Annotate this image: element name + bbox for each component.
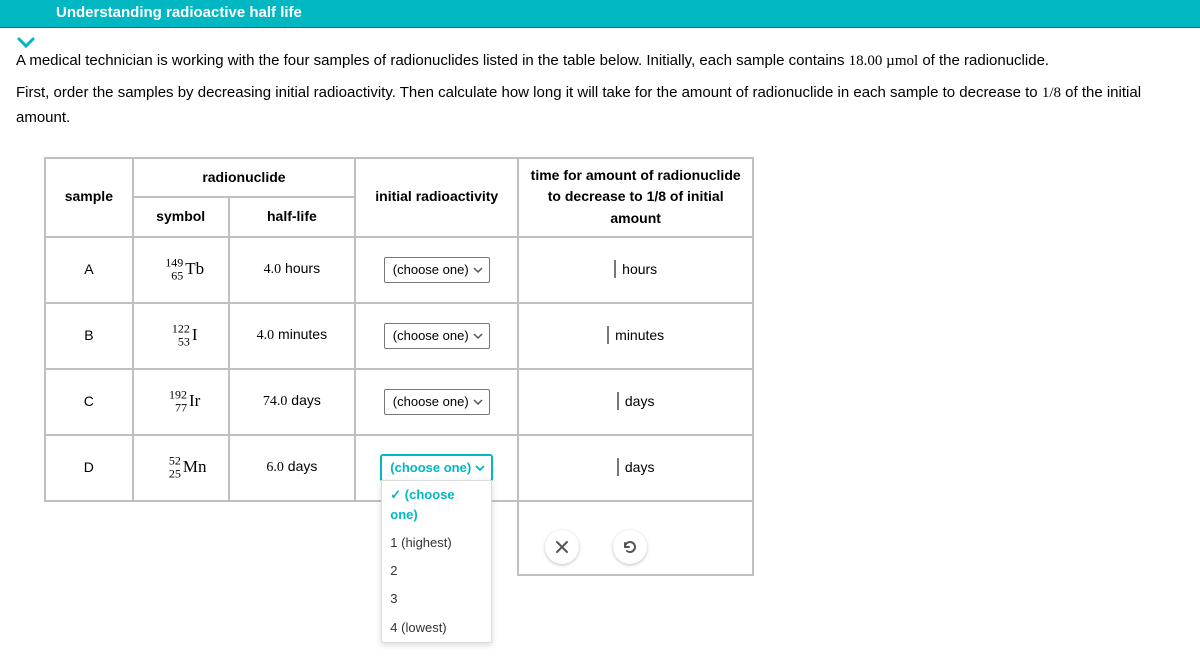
nuclide-symbol: 19277 Ir	[133, 369, 229, 435]
select-label: (choose one)	[393, 260, 469, 280]
col-halflife: half-life	[229, 197, 356, 237]
time-cell: days	[518, 435, 753, 501]
nuclide-symbol: 5225 Mn	[133, 435, 229, 501]
time-input[interactable]	[614, 260, 616, 278]
element-symbol: Tb	[185, 259, 204, 278]
element-symbol: I	[192, 325, 198, 344]
select-label: (choose one)	[393, 326, 469, 346]
table-row: A 14965 Tb 4.0 hours (choose one)	[45, 237, 753, 303]
time-unit: minutes	[615, 327, 664, 343]
mass-number: 192	[161, 388, 187, 401]
time-unit: days	[625, 393, 655, 409]
clear-button[interactable]	[545, 530, 579, 564]
radioactivity-select[interactable]: (choose one) (choose one) 1 (highest) 2 …	[381, 455, 492, 481]
page-header: Understanding radioactive half life	[0, 0, 1200, 27]
intro-text: of the radionuclide.	[918, 52, 1049, 69]
sample-label: D	[45, 435, 133, 501]
controls-cell	[518, 501, 753, 575]
sample-label: C	[45, 369, 133, 435]
radioactivity-select[interactable]: (choose one)	[384, 323, 490, 349]
radioactivity-dropdown: (choose one) 1 (highest) 2 3 4 (lowest)	[381, 480, 492, 643]
select-label: (choose one)	[390, 458, 471, 478]
close-icon	[554, 539, 570, 555]
intro-paragraph-2: First, order the samples by decreasing i…	[16, 81, 1184, 129]
half-life-value: 74.0	[263, 394, 288, 409]
half-life-unit: hours	[285, 260, 320, 276]
radionuclide-table: sample radionuclide initial radioactivit…	[44, 157, 754, 576]
dropdown-option[interactable]: 2	[382, 557, 491, 585]
half-life-cell: 4.0 hours	[229, 237, 356, 303]
problem-content: A medical technician is working with the…	[0, 27, 1200, 606]
col-radionuclide: radionuclide	[133, 158, 355, 198]
half-life-cell: 6.0 days	[229, 435, 356, 501]
half-life-cell: 74.0 days	[229, 369, 356, 435]
time-cell: hours	[518, 237, 753, 303]
intro-text: A medical technician is working with the…	[16, 52, 849, 69]
mass-number: 122	[164, 322, 190, 335]
atomic-number: 77	[161, 401, 187, 414]
radioactivity-cell: (choose one)	[355, 369, 518, 435]
half-life-value: 4.0	[257, 328, 275, 343]
chevron-down-icon	[473, 331, 483, 341]
nuclide-symbol: 14965 Tb	[133, 237, 229, 303]
collapse-toggle[interactable]	[12, 32, 40, 54]
nuclide-symbol: 12253 I	[133, 303, 229, 369]
chevron-down-icon	[17, 37, 35, 49]
sample-label: B	[45, 303, 133, 369]
col-sample: sample	[45, 158, 133, 237]
half-life-value: 4.0	[264, 262, 282, 277]
time-input[interactable]	[617, 458, 619, 476]
chevron-down-icon	[473, 265, 483, 275]
select-label: (choose one)	[393, 392, 469, 412]
radioactivity-cell: (choose one) (choose one) 1 (highest) 2 …	[355, 435, 518, 501]
dropdown-option[interactable]: (choose one)	[382, 481, 491, 529]
table-row: C 19277 Ir 74.0 days (choose one)	[45, 369, 753, 435]
radioactivity-select[interactable]: (choose one)	[384, 257, 490, 283]
element-symbol: Mn	[183, 457, 207, 476]
time-cell: minutes	[518, 303, 753, 369]
half-life-value: 6.0	[266, 460, 284, 475]
half-life-unit: days	[291, 392, 321, 408]
col-time: time for amount of radionuclide to decre…	[518, 158, 753, 237]
time-input[interactable]	[607, 326, 609, 344]
initial-amount: 18.00 µmol	[849, 53, 918, 69]
sample-label: A	[45, 237, 133, 303]
intro-paragraph-1: A medical technician is working with the…	[16, 49, 1184, 73]
table-row: B 12253 I 4.0 minutes (choose one)	[45, 303, 753, 369]
time-cell: days	[518, 369, 753, 435]
reset-button[interactable]	[613, 530, 647, 564]
half-life-unit: days	[288, 458, 318, 474]
half-life-cell: 4.0 minutes	[229, 303, 356, 369]
page-title: Understanding radioactive half life	[56, 4, 302, 21]
radioactivity-select[interactable]: (choose one)	[384, 389, 490, 415]
col-symbol: symbol	[133, 197, 229, 237]
element-symbol: Ir	[189, 391, 200, 410]
fraction: 1/8	[1042, 85, 1061, 101]
dropdown-option[interactable]: 4 (lowest)	[382, 614, 491, 642]
table-row: D 5225 Mn 6.0 days (choose one)	[45, 435, 753, 501]
col-radioactivity: initial radioactivity	[355, 158, 518, 237]
intro-text: First, order the samples by decreasing i…	[16, 84, 1042, 101]
time-unit: hours	[622, 261, 657, 277]
atomic-number: 65	[157, 269, 183, 282]
dropdown-option[interactable]: 3	[382, 585, 491, 613]
time-input[interactable]	[617, 392, 619, 410]
atomic-number: 53	[164, 335, 190, 348]
mass-number: 52	[155, 454, 181, 467]
undo-icon	[621, 538, 639, 556]
atomic-number: 25	[155, 467, 181, 480]
chevron-down-icon	[473, 397, 483, 407]
radioactivity-cell: (choose one)	[355, 237, 518, 303]
chevron-down-icon	[475, 463, 485, 473]
half-life-unit: minutes	[278, 326, 327, 342]
mass-number: 149	[157, 256, 183, 269]
radioactivity-cell: (choose one)	[355, 303, 518, 369]
time-unit: days	[625, 459, 655, 475]
dropdown-option[interactable]: 1 (highest)	[382, 529, 491, 557]
